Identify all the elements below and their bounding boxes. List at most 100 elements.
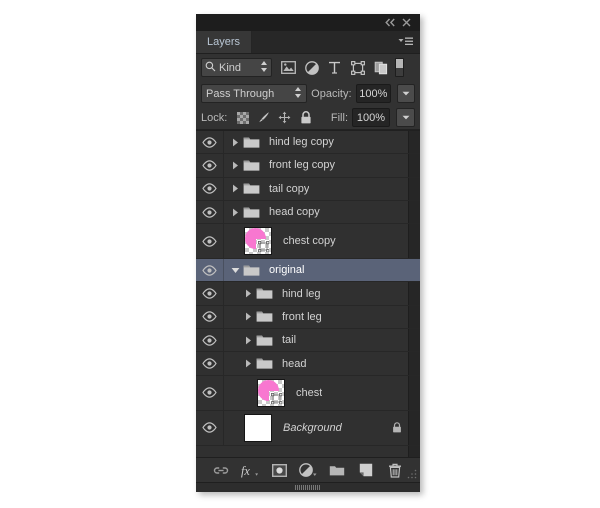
layer-row[interactable]: original	[196, 259, 420, 283]
layer-name[interactable]: head	[274, 358, 306, 370]
chevron-right-icon[interactable]	[229, 138, 241, 147]
layer-name[interactable]: hind leg copy	[261, 136, 334, 148]
folder-icon	[254, 357, 274, 370]
layer-thumbnail[interactable]	[241, 413, 275, 442]
layer-name[interactable]: chest copy	[275, 235, 336, 247]
blend-mode-select[interactable]: Pass Through	[201, 84, 308, 103]
filter-type-layers-icon[interactable]	[325, 58, 344, 77]
filter-smart-objects-icon[interactable]	[371, 58, 390, 77]
layer-visibility-toggle[interactable]	[196, 305, 224, 329]
close-icon[interactable]	[398, 16, 414, 30]
collapse-double-arrow-icon[interactable]	[382, 16, 398, 30]
filter-kind-select[interactable]: Kind	[201, 58, 272, 77]
link-layers-icon[interactable]	[212, 461, 230, 479]
layer-row[interactable]: Background	[196, 410, 420, 446]
panel-resize-grip[interactable]	[295, 485, 321, 490]
layer-visibility-toggle[interactable]	[196, 131, 224, 154]
layer-name[interactable]: head copy	[261, 206, 320, 218]
layers-panel: Layers Kind Pass Through Opacity: 100% L…	[196, 14, 420, 492]
transform-badge-icon	[258, 241, 270, 253]
chevron-right-icon[interactable]	[229, 208, 241, 217]
layer-row[interactable]: chest copy	[196, 224, 420, 260]
folder-icon	[254, 334, 274, 347]
panel-menu-icon[interactable]	[394, 31, 420, 53]
layer-visibility-toggle[interactable]	[196, 282, 224, 305]
fill-dropdown-arrow[interactable]	[396, 108, 415, 127]
layer-row[interactable]: hind leg	[196, 282, 420, 306]
new-adjustment-layer-icon[interactable]	[299, 461, 317, 479]
layer-row[interactable]: hind leg copy	[196, 131, 420, 155]
layer-visibility-toggle[interactable]	[196, 177, 224, 200]
chevron-right-icon[interactable]	[229, 184, 241, 193]
transform-badge-icon	[271, 392, 283, 405]
new-layer-icon[interactable]	[357, 461, 375, 479]
layer-style-fx-icon[interactable]: fx	[241, 461, 259, 479]
lock-icons	[235, 110, 313, 125]
chevron-right-icon[interactable]	[229, 161, 241, 170]
folder-icon	[254, 287, 274, 300]
layer-thumbnail[interactable]	[241, 227, 275, 256]
svg-text:fx: fx	[241, 463, 250, 477]
layer-row[interactable]: head copy	[196, 200, 420, 225]
layer-visibility-toggle[interactable]	[196, 154, 224, 177]
layer-name[interactable]: front leg	[274, 311, 322, 323]
layer-name[interactable]: front leg copy	[261, 159, 335, 171]
layer-thumbnail[interactable]	[254, 378, 288, 407]
filter-adjustment-layers-icon[interactable]	[302, 58, 321, 77]
layer-visibility-toggle[interactable]	[196, 224, 224, 259]
layer-row-body: original	[224, 259, 409, 281]
fill-label: Fill:	[330, 111, 348, 124]
layer-visibility-toggle[interactable]	[196, 375, 224, 410]
layer-list[interactable]: hind leg copy front leg copy tail copy head…	[196, 130, 420, 457]
layer-row-body: head copy	[224, 201, 409, 223]
layer-thumbnail-image	[257, 378, 285, 407]
layer-row[interactable]: head	[196, 352, 420, 376]
layer-name[interactable]: tail copy	[261, 183, 309, 195]
delete-layer-icon[interactable]	[386, 461, 404, 479]
filter-pixel-layers-icon[interactable]	[279, 58, 298, 77]
opacity-dropdown-arrow[interactable]	[397, 84, 415, 103]
fill-input[interactable]: 100%	[352, 108, 390, 127]
chevron-right-icon[interactable]	[242, 312, 254, 321]
layer-row[interactable]: chest	[196, 375, 420, 411]
layer-row-body: front leg copy	[224, 154, 409, 176]
layer-name[interactable]: hind leg	[274, 288, 321, 300]
add-layer-mask-icon[interactable]	[270, 461, 288, 479]
layer-row[interactable]: front leg copy	[196, 154, 420, 178]
layer-name[interactable]: Background	[275, 422, 342, 434]
layer-visibility-toggle[interactable]	[196, 259, 224, 282]
layer-row-body: front leg	[224, 306, 409, 328]
lock-position-icon[interactable]	[277, 110, 292, 125]
layer-visibility-toggle[interactable]	[196, 410, 224, 445]
filter-enable-toggle[interactable]	[395, 58, 404, 77]
layer-name[interactable]: chest	[288, 387, 322, 399]
filter-toggle-bottom	[396, 67, 403, 76]
chevron-right-icon[interactable]	[242, 289, 254, 298]
opacity-input[interactable]: 100%	[355, 84, 392, 103]
filter-kind-label: Kind	[219, 61, 242, 74]
filter-shape-layers-icon[interactable]	[348, 58, 367, 77]
tab-layers[interactable]: Layers	[196, 31, 253, 53]
lock-transparent-pixels-icon[interactable]	[235, 110, 250, 125]
updown-stepper-icon[interactable]	[260, 60, 268, 76]
lock-all-icon[interactable]	[298, 110, 313, 125]
chevron-right-icon[interactable]	[242, 336, 254, 345]
folder-icon	[241, 206, 261, 219]
chevron-down-icon[interactable]	[229, 267, 241, 274]
layer-locked-icon	[392, 422, 409, 433]
layer-visibility-toggle[interactable]	[196, 329, 224, 352]
layer-row[interactable]: front leg	[196, 305, 420, 330]
layer-row[interactable]: tail copy	[196, 177, 420, 201]
layer-row[interactable]: tail	[196, 329, 420, 353]
blend-mode-stepper-icon	[294, 86, 302, 102]
layer-visibility-toggle[interactable]	[196, 352, 224, 375]
layer-name[interactable]: original	[261, 264, 304, 276]
new-group-icon[interactable]	[328, 461, 346, 479]
layer-name[interactable]: tail	[274, 334, 296, 346]
tab-layers-label: Layers	[207, 36, 241, 48]
chevron-right-icon[interactable]	[242, 359, 254, 368]
lock-image-pixels-icon[interactable]	[256, 110, 271, 125]
layer-row-body: tail copy	[224, 178, 409, 200]
panel-resize-corner[interactable]	[407, 469, 417, 479]
layer-visibility-toggle[interactable]	[196, 200, 224, 224]
